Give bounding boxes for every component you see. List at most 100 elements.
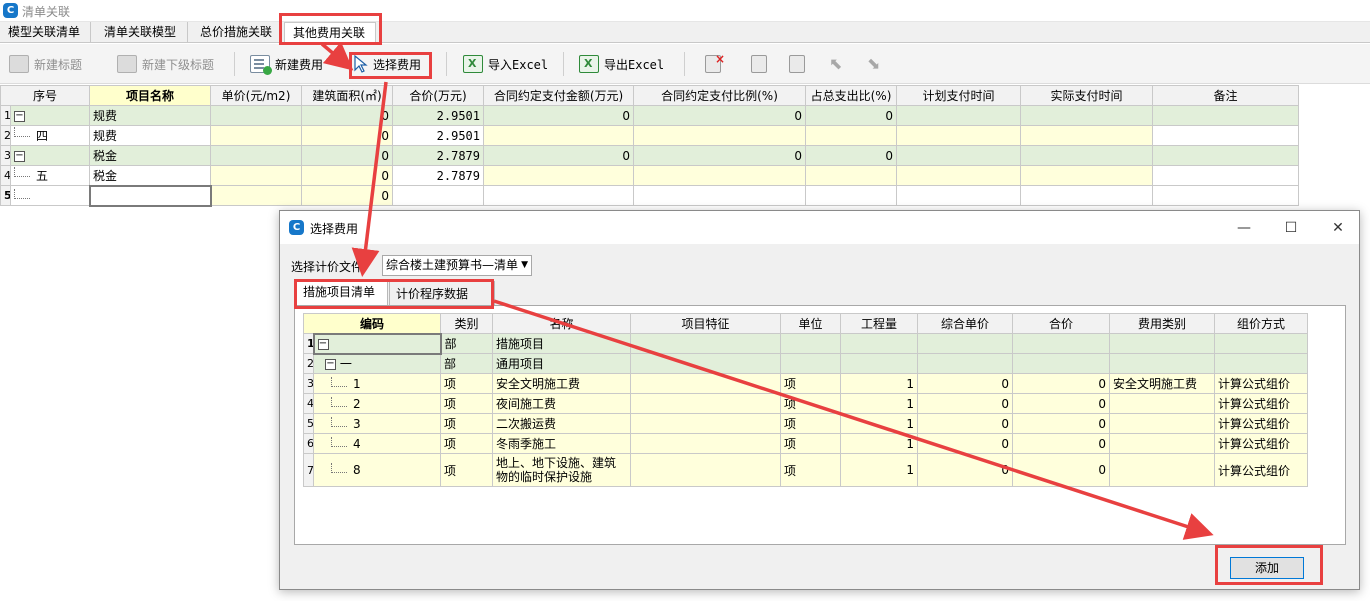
area-cell[interactable]: 0 <box>301 145 394 166</box>
table-row[interactable]: 4 五 税金 0 2.7879 <box>0 165 1300 186</box>
maximize-icon[interactable]: ☐ <box>1280 217 1302 239</box>
tab-model-link-list[interactable]: 模型关联清单 <box>0 22 91 43</box>
tab-pricing-procedure[interactable]: 计价程序数据 <box>389 281 495 306</box>
name-cell[interactable]: 税金 <box>89 165 212 186</box>
unit-price-cell[interactable] <box>210 185 303 206</box>
note-cell[interactable] <box>1152 185 1300 206</box>
table-row[interactable]: 3 1 项 安全文明施工费 项 1 0 0 安全文明施工费 计算公式组价 <box>303 373 1309 394</box>
contract-amount-cell[interactable]: 0 <box>483 145 635 166</box>
category-cell[interactable]: 部 <box>440 353 494 374</box>
seq-cell[interactable]: − <box>9 105 91 126</box>
unit-price-cell[interactable] <box>210 125 303 146</box>
table-row[interactable]: 2 四 规费 0 2.9501 <box>0 125 1300 146</box>
total-cell[interactable]: 0 <box>1012 413 1111 434</box>
total-cell[interactable]: 0 <box>1012 453 1111 487</box>
total-cell[interactable]: 2.9501 <box>392 105 485 126</box>
new-sub-title-button[interactable]: 新建下级标题 <box>114 50 217 78</box>
name-cell[interactable]: 税金 <box>89 145 212 166</box>
area-cell[interactable]: 0 <box>301 105 394 126</box>
col-header-code[interactable]: 编码 <box>302 313 442 334</box>
close-icon[interactable]: ✕ <box>1327 217 1349 239</box>
insert-below-button[interactable] <box>786 50 808 78</box>
insert-above-button[interactable] <box>748 50 770 78</box>
seq-cell[interactable]: 四 <box>9 125 91 146</box>
col-header-unit-price[interactable]: 综合单价 <box>917 313 1014 334</box>
table-row[interactable]: 1 − 部 措施项目 <box>303 332 1309 355</box>
code-cell[interactable]: 1 <box>312 373 442 394</box>
name-cell-active[interactable] <box>88 184 212 207</box>
feature-cell[interactable] <box>630 373 782 394</box>
collapse-icon[interactable]: − <box>14 150 25 162</box>
pricing-method-cell[interactable]: 计算公式组价 <box>1214 453 1309 487</box>
fee-category-cell[interactable] <box>1109 393 1216 414</box>
plan-time-cell[interactable] <box>896 125 1022 146</box>
pricing-method-cell[interactable]: 计算公式组价 <box>1214 433 1309 454</box>
col-header-contract-amount[interactable]: 合同约定支付金额(万元) <box>483 85 635 106</box>
total-cell[interactable] <box>1012 353 1111 374</box>
table-row[interactable]: 3 − 税金 0 2.7879 0 0 0 <box>0 145 1300 166</box>
plan-time-cell[interactable] <box>896 185 1022 206</box>
col-header-quantity[interactable]: 工程量 <box>840 313 919 334</box>
area-cell[interactable]: 0 <box>301 125 394 146</box>
select-fee-button[interactable]: 选择费用 <box>351 50 424 78</box>
actual-time-cell[interactable] <box>1020 105 1154 126</box>
unit-cell[interactable]: 项 <box>780 393 842 414</box>
pricing-file-select[interactable]: 综合楼土建预算书—清单 ▼ <box>382 255 532 276</box>
feature-cell[interactable] <box>630 393 782 414</box>
name-cell[interactable]: 冬雨季施工 <box>492 433 632 454</box>
contract-amount-cell[interactable]: 0 <box>483 105 635 126</box>
code-cell[interactable]: − <box>312 332 442 355</box>
name-cell[interactable]: 通用项目 <box>492 353 632 374</box>
seq-cell[interactable] <box>9 185 91 206</box>
total-cell[interactable] <box>1012 333 1111 354</box>
contract-ratio-cell[interactable] <box>633 125 807 146</box>
note-cell[interactable] <box>1152 165 1300 186</box>
fee-category-cell[interactable] <box>1109 333 1216 354</box>
plan-time-cell[interactable] <box>896 145 1022 166</box>
category-cell[interactable]: 项 <box>440 433 494 454</box>
name-cell[interactable]: 措施项目 <box>492 333 632 354</box>
total-cell[interactable]: 0 <box>1012 373 1111 394</box>
feature-cell[interactable] <box>630 453 782 487</box>
fee-category-cell[interactable] <box>1109 453 1216 487</box>
unit-price-cell[interactable]: 0 <box>917 373 1014 394</box>
unit-cell[interactable] <box>780 353 842 374</box>
feature-cell[interactable] <box>630 413 782 434</box>
name-cell[interactable]: 地上、地下设施、建筑物的临时保护设施 <box>492 453 632 487</box>
col-header-fee-category[interactable]: 费用类别 <box>1109 313 1216 334</box>
col-header-seq[interactable]: 序号 <box>0 85 91 106</box>
feature-cell[interactable] <box>630 353 782 374</box>
actual-time-cell[interactable] <box>1020 165 1154 186</box>
col-header-actual-time[interactable]: 实际支付时间 <box>1020 85 1154 106</box>
contract-amount-cell[interactable] <box>483 185 635 206</box>
quantity-cell[interactable] <box>840 353 919 374</box>
feature-cell[interactable] <box>630 333 782 354</box>
plan-time-cell[interactable] <box>896 165 1022 186</box>
share-cell[interactable]: 0 <box>805 105 898 126</box>
table-row[interactable]: 7 8 项 地上、地下设施、建筑物的临时保护设施 项 1 0 0 计算公式组价 <box>303 453 1309 487</box>
quantity-cell[interactable]: 1 <box>840 413 919 434</box>
col-header-unit[interactable]: 单位 <box>780 313 842 334</box>
table-row[interactable]: 6 4 项 冬雨季施工 项 1 0 0 计算公式组价 <box>303 433 1309 454</box>
name-cell[interactable]: 安全文明施工费 <box>492 373 632 394</box>
note-cell[interactable] <box>1152 125 1300 146</box>
contract-ratio-cell[interactable]: 0 <box>633 145 807 166</box>
name-cell[interactable]: 二次搬运费 <box>492 413 632 434</box>
collapse-icon[interactable]: − <box>325 359 336 371</box>
unit-price-cell[interactable]: 0 <box>917 453 1014 487</box>
table-row[interactable]: 5 0 <box>0 184 1300 207</box>
table-row[interactable]: 5 3 项 二次搬运费 项 1 0 0 计算公式组价 <box>303 413 1309 434</box>
pricing-method-cell[interactable]: 计算公式组价 <box>1214 393 1309 414</box>
tab-measure-list[interactable]: 措施项目清单 <box>296 279 388 306</box>
code-cell[interactable]: 2 <box>312 393 442 414</box>
category-cell[interactable]: 项 <box>440 373 494 394</box>
move-up-button[interactable]: ⬉ <box>826 50 848 78</box>
code-cell[interactable]: 3 <box>312 413 442 434</box>
contract-amount-cell[interactable] <box>483 165 635 186</box>
unit-price-cell[interactable]: 0 <box>917 413 1014 434</box>
col-header-note[interactable]: 备注 <box>1152 85 1300 106</box>
unit-price-cell[interactable]: 0 <box>917 393 1014 414</box>
unit-price-cell[interactable] <box>210 165 303 186</box>
area-cell[interactable]: 0 <box>301 165 394 186</box>
fee-category-cell[interactable]: 安全文明施工费 <box>1109 373 1216 394</box>
